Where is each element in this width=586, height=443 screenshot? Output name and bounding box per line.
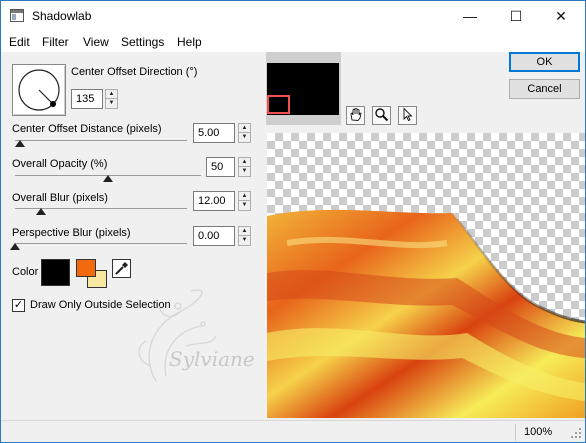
blur-spinner[interactable]: ▲ ▼ (238, 191, 251, 211)
zoom-icon (375, 108, 389, 122)
watermark: Sylviane (131, 286, 261, 401)
menu-view[interactable]: View (83, 35, 109, 49)
direction-spinner[interactable]: ▲ ▼ (105, 89, 118, 109)
hand-tool-button[interactable] (346, 106, 365, 125)
dial-graphic (18, 69, 60, 111)
opacity-spinner[interactable]: ▲ ▼ (238, 157, 251, 177)
color-picker-button[interactable] (112, 259, 131, 278)
direction-label: Center Offset Direction (°) (71, 66, 198, 78)
cancel-button[interactable]: Cancel (509, 79, 580, 99)
spin-down-icon[interactable]: ▼ (239, 167, 250, 176)
spin-down-icon[interactable]: ▼ (106, 99, 117, 108)
draw-outside-checkbox[interactable]: ✓ (12, 299, 25, 312)
menu-edit[interactable]: Edit (9, 35, 30, 49)
perspective-spinner[interactable]: ▲ ▼ (238, 226, 251, 246)
hand-icon (350, 107, 362, 121)
menu-help[interactable]: Help (177, 35, 202, 49)
zoom-tool-button[interactable] (372, 106, 391, 125)
spin-down-icon[interactable]: ▼ (239, 133, 250, 142)
resize-grip-icon[interactable] (571, 428, 582, 439)
spin-up-icon[interactable]: ▲ (239, 192, 250, 201)
spin-up-icon[interactable]: ▲ (239, 158, 250, 167)
shadow-color-swatch[interactable] (41, 259, 70, 286)
direction-dial[interactable] (12, 64, 66, 116)
opacity-slider-thumb[interactable] (103, 175, 113, 182)
watermark-ornament: Sylviane (138, 289, 255, 382)
maximize-button[interactable]: ☐ (496, 1, 536, 31)
opacity-label: Overall Opacity (%) (12, 158, 108, 170)
pointer-icon (403, 107, 413, 122)
preview-canvas[interactable] (267, 133, 585, 418)
eyedropper-icon (115, 262, 128, 275)
opacity-input[interactable]: 50 (206, 157, 235, 177)
watermark-text: Sylviane (169, 347, 255, 371)
menu-filter[interactable]: Filter (42, 35, 69, 49)
direction-input[interactable]: 135 (71, 89, 103, 109)
menu-bar: Edit Filter View Settings Help (1, 31, 585, 52)
blur-label: Overall Blur (pixels) (12, 192, 108, 204)
shadowlab-dialog: Shadowlab — ☐ ✕ Edit Filter View Setting… (0, 0, 586, 443)
color-label: Color (12, 266, 39, 278)
minimize-button[interactable]: — (450, 1, 490, 31)
app-icon (10, 9, 24, 22)
distance-spinner[interactable]: ▲ ▼ (238, 123, 251, 143)
foreground-color-swatch[interactable] (76, 259, 96, 277)
window-title: Shadowlab (32, 9, 92, 23)
spin-up-icon[interactable]: ▲ (239, 124, 250, 133)
distance-label: Center Offset Distance (pixels) (12, 123, 162, 135)
status-bar: 100% (1, 420, 585, 442)
perspective-slider-track[interactable] (15, 243, 187, 244)
spin-down-icon[interactable]: ▼ (239, 236, 250, 245)
blur-slider-thumb[interactable] (35, 208, 46, 215)
ok-button[interactable]: OK (509, 52, 580, 72)
navigator-viewport-box[interactable] (267, 95, 290, 114)
menu-settings[interactable]: Settings (121, 35, 164, 49)
distance-slider-thumb[interactable] (15, 140, 26, 147)
pointer-tool-button[interactable] (398, 106, 417, 125)
perspective-label: Perspective Blur (pixels) (12, 227, 131, 239)
spin-down-icon[interactable]: ▼ (239, 201, 250, 210)
close-button[interactable]: ✕ (541, 1, 581, 31)
spin-up-icon[interactable]: ▲ (239, 227, 250, 236)
preview-image (267, 209, 585, 418)
title-bar: Shadowlab — ☐ ✕ (1, 1, 585, 31)
spin-up-icon[interactable]: ▲ (106, 90, 117, 99)
distance-input[interactable]: 5.00 (193, 123, 235, 143)
blur-input[interactable]: 12.00 (193, 191, 235, 211)
perspective-input[interactable]: 0.00 (193, 226, 235, 246)
zoom-level: 100% (515, 424, 563, 441)
navigator-thumbnail[interactable] (266, 52, 341, 125)
check-mark-icon: ✓ (13, 299, 24, 311)
distance-slider-track[interactable] (15, 140, 187, 141)
perspective-slider-thumb[interactable] (10, 243, 20, 250)
